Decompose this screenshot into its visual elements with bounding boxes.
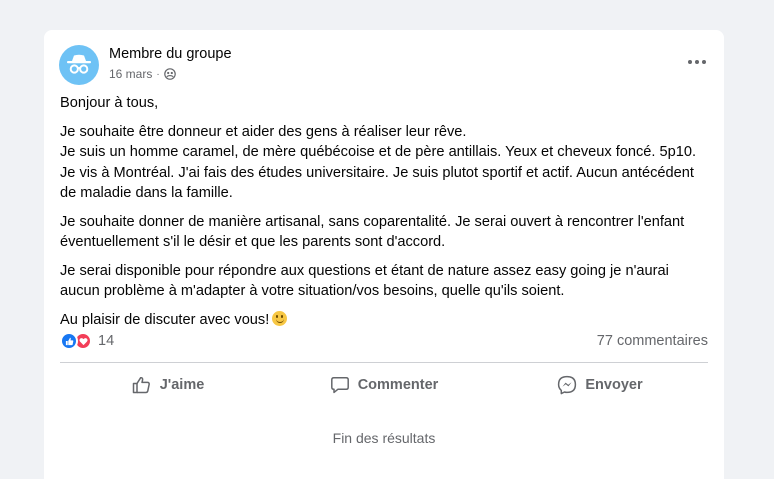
comment-bubble-icon <box>330 377 349 394</box>
meta-separator: · <box>156 68 160 80</box>
audience-group-icon <box>163 68 176 80</box>
more-options-button[interactable] <box>683 52 711 72</box>
end-of-results-text: Fin des résultats <box>332 430 436 446</box>
post-line: éventuellement s'il le désir et que les … <box>60 234 446 250</box>
comment-button-label: Commenter <box>357 377 439 393</box>
post-paragraph: Je serai disponible pour répondre aux qu… <box>60 261 720 302</box>
send-button[interactable]: Envoyer <box>492 368 708 402</box>
post-line: Je suis un homme caramel, de mère québéc… <box>60 144 697 160</box>
post-stats: 14 77 commentaires <box>60 331 708 353</box>
post-paragraph: Bonjour à tous, <box>60 93 720 114</box>
more-options-icon <box>688 60 692 64</box>
post-card: Membre du groupe 16 mars · Bonjour à tou… <box>44 30 724 479</box>
post-meta: 16 mars · <box>109 67 176 81</box>
post-line: de maladie dans la famille. <box>60 185 233 201</box>
post-header: Membre du groupe 16 mars · <box>59 42 709 86</box>
post-line: Au plaisir de discuter avec vous! <box>60 311 270 328</box>
more-options-dot <box>702 60 706 64</box>
smiley-emoji-icon <box>272 310 288 326</box>
anonymous-member-icon <box>67 54 91 74</box>
comment-button[interactable]: Commenter <box>276 368 492 402</box>
post-line: Bonjour à tous, <box>60 95 159 111</box>
post-line: Je serai disponible pour répondre aux qu… <box>60 262 669 279</box>
comments-count-link[interactable]: 77 commentaires <box>597 333 708 349</box>
reactions-summary[interactable]: 14 <box>60 332 114 350</box>
post-line: Je souhaite être donneur et aider des ge… <box>60 123 467 140</box>
like-button[interactable]: J'aime <box>60 368 276 402</box>
post-actions: J'aime Commenter Envoyer <box>60 368 708 402</box>
post-line: Je vis à Montréal. J'ai fais des études … <box>60 164 694 181</box>
thumbs-up-icon <box>132 376 150 394</box>
more-options-dot <box>695 60 699 64</box>
post-paragraph: Au plaisir de discuter avec vous! <box>60 310 720 331</box>
post-line: Je souhaite donner de manière artisanal,… <box>60 213 685 230</box>
send-button-label: Envoyer <box>585 377 643 393</box>
reaction-count: 14 <box>98 333 115 349</box>
divider <box>60 362 708 363</box>
post-paragraph: Je souhaite être donneur et aider des ge… <box>60 122 720 204</box>
like-reaction-icon <box>60 332 78 350</box>
post-line: aucun problème à m'adapter à votre situa… <box>60 283 565 299</box>
post-author[interactable]: Membre du groupe <box>109 46 232 62</box>
post-paragraph: Je souhaite donner de manière artisanal,… <box>60 212 720 253</box>
post-date[interactable]: 16 mars <box>109 67 152 81</box>
avatar[interactable] <box>59 45 99 85</box>
like-button-label: J'aime <box>159 377 205 393</box>
post-body: Bonjour à tous, Je souhaite être donneur… <box>60 93 720 338</box>
messenger-icon <box>558 375 577 395</box>
